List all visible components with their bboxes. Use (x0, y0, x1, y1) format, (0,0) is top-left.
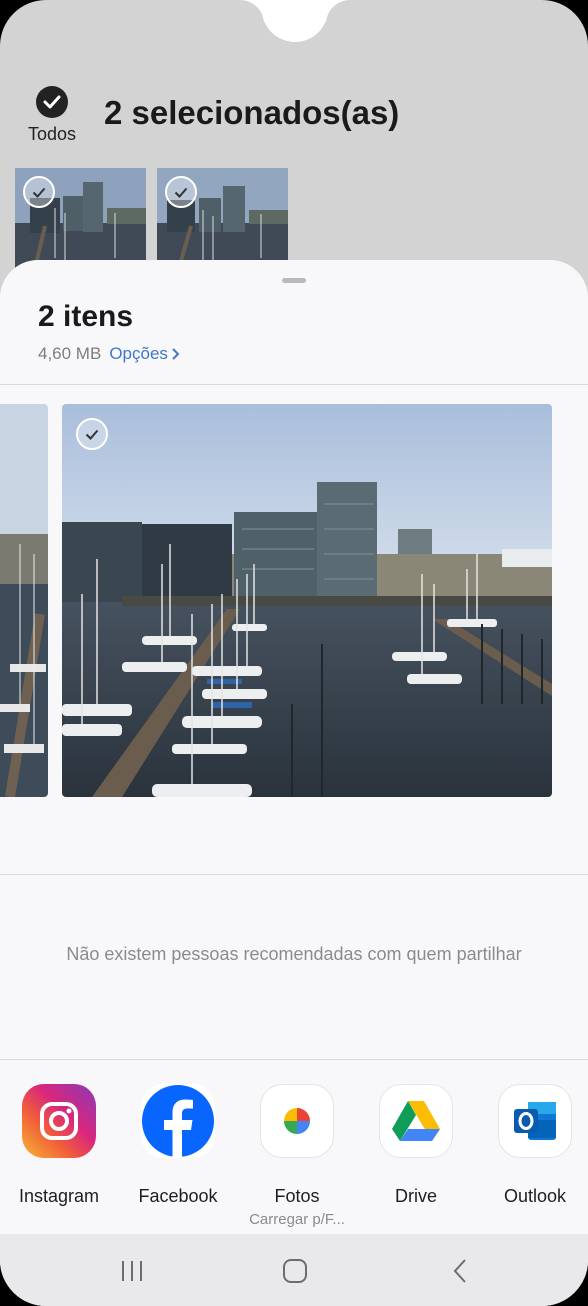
back-icon (453, 1259, 466, 1283)
selected-check-icon[interactable] (76, 418, 108, 450)
sheet-drag-handle[interactable] (282, 278, 306, 283)
app-name: Instagram (18, 1186, 100, 1206)
marina-photo (62, 404, 552, 797)
share-meta: 4,60 MB Opções (38, 344, 180, 364)
back-button[interactable] (440, 1256, 480, 1286)
options-label: Opções (109, 344, 168, 363)
divider (0, 874, 588, 875)
app-name: Outlook (503, 1186, 567, 1206)
share-sheet: 2 itens 4,60 MB Opções Não existem pesso… (0, 260, 588, 1306)
app-name: Facebook (138, 1186, 218, 1206)
share-app-facebook[interactable]: Facebook (119, 1084, 237, 1207)
file-size: 4,60 MB (38, 344, 102, 363)
divider (0, 1059, 588, 1060)
gallery-thumbnail[interactable] (157, 168, 288, 268)
share-app-instagram[interactable]: Instagram (0, 1084, 118, 1207)
recents-icon (122, 1261, 142, 1281)
recent-apps-button[interactable] (112, 1256, 152, 1286)
share-app-photos[interactable]: Fotos Carregar p/F... (238, 1084, 356, 1228)
photo-preview-previous[interactable] (0, 404, 48, 797)
selection-count-title: 2 selecionados(as) (104, 94, 400, 131)
share-apps-row: Instagram Facebook Fotos Carregar p/F...… (0, 1080, 588, 1240)
select-all-toggle[interactable]: Todos (22, 86, 82, 145)
camera-notch (262, 0, 328, 42)
gallery-thumbnail[interactable] (15, 168, 146, 268)
screen: Todos 2 selecionados(as) 2 itens 4,60 MB… (0, 0, 588, 1306)
home-icon (283, 1259, 307, 1283)
check-circle-icon (36, 86, 68, 118)
no-recommended-people-text: Não existem pessoas recomendadas com que… (66, 944, 522, 964)
selected-check-icon (23, 176, 55, 208)
selected-check-icon (165, 176, 197, 208)
google-photos-icon (260, 1084, 334, 1158)
photo-preview-selected[interactable] (62, 404, 552, 797)
home-button[interactable] (275, 1256, 315, 1286)
app-name: Fotos (274, 1186, 320, 1206)
facebook-icon (141, 1084, 215, 1158)
google-drive-icon (379, 1084, 453, 1158)
app-name: Drive (394, 1186, 437, 1206)
divider (0, 384, 588, 385)
select-all-label: Todos (27, 124, 77, 144)
app-subtitle: Carregar p/F... (249, 1211, 345, 1228)
marina-photo (0, 404, 48, 797)
outlook-icon (498, 1084, 572, 1158)
system-navigation-bar (0, 1234, 588, 1306)
instagram-icon (22, 1084, 96, 1158)
chevron-right-icon (172, 348, 180, 360)
share-app-outlook[interactable]: Outlook (476, 1084, 588, 1207)
options-link[interactable]: Opções (109, 344, 180, 364)
share-items-title: 2 itens (38, 300, 134, 333)
share-app-drive[interactable]: Drive (357, 1084, 475, 1207)
